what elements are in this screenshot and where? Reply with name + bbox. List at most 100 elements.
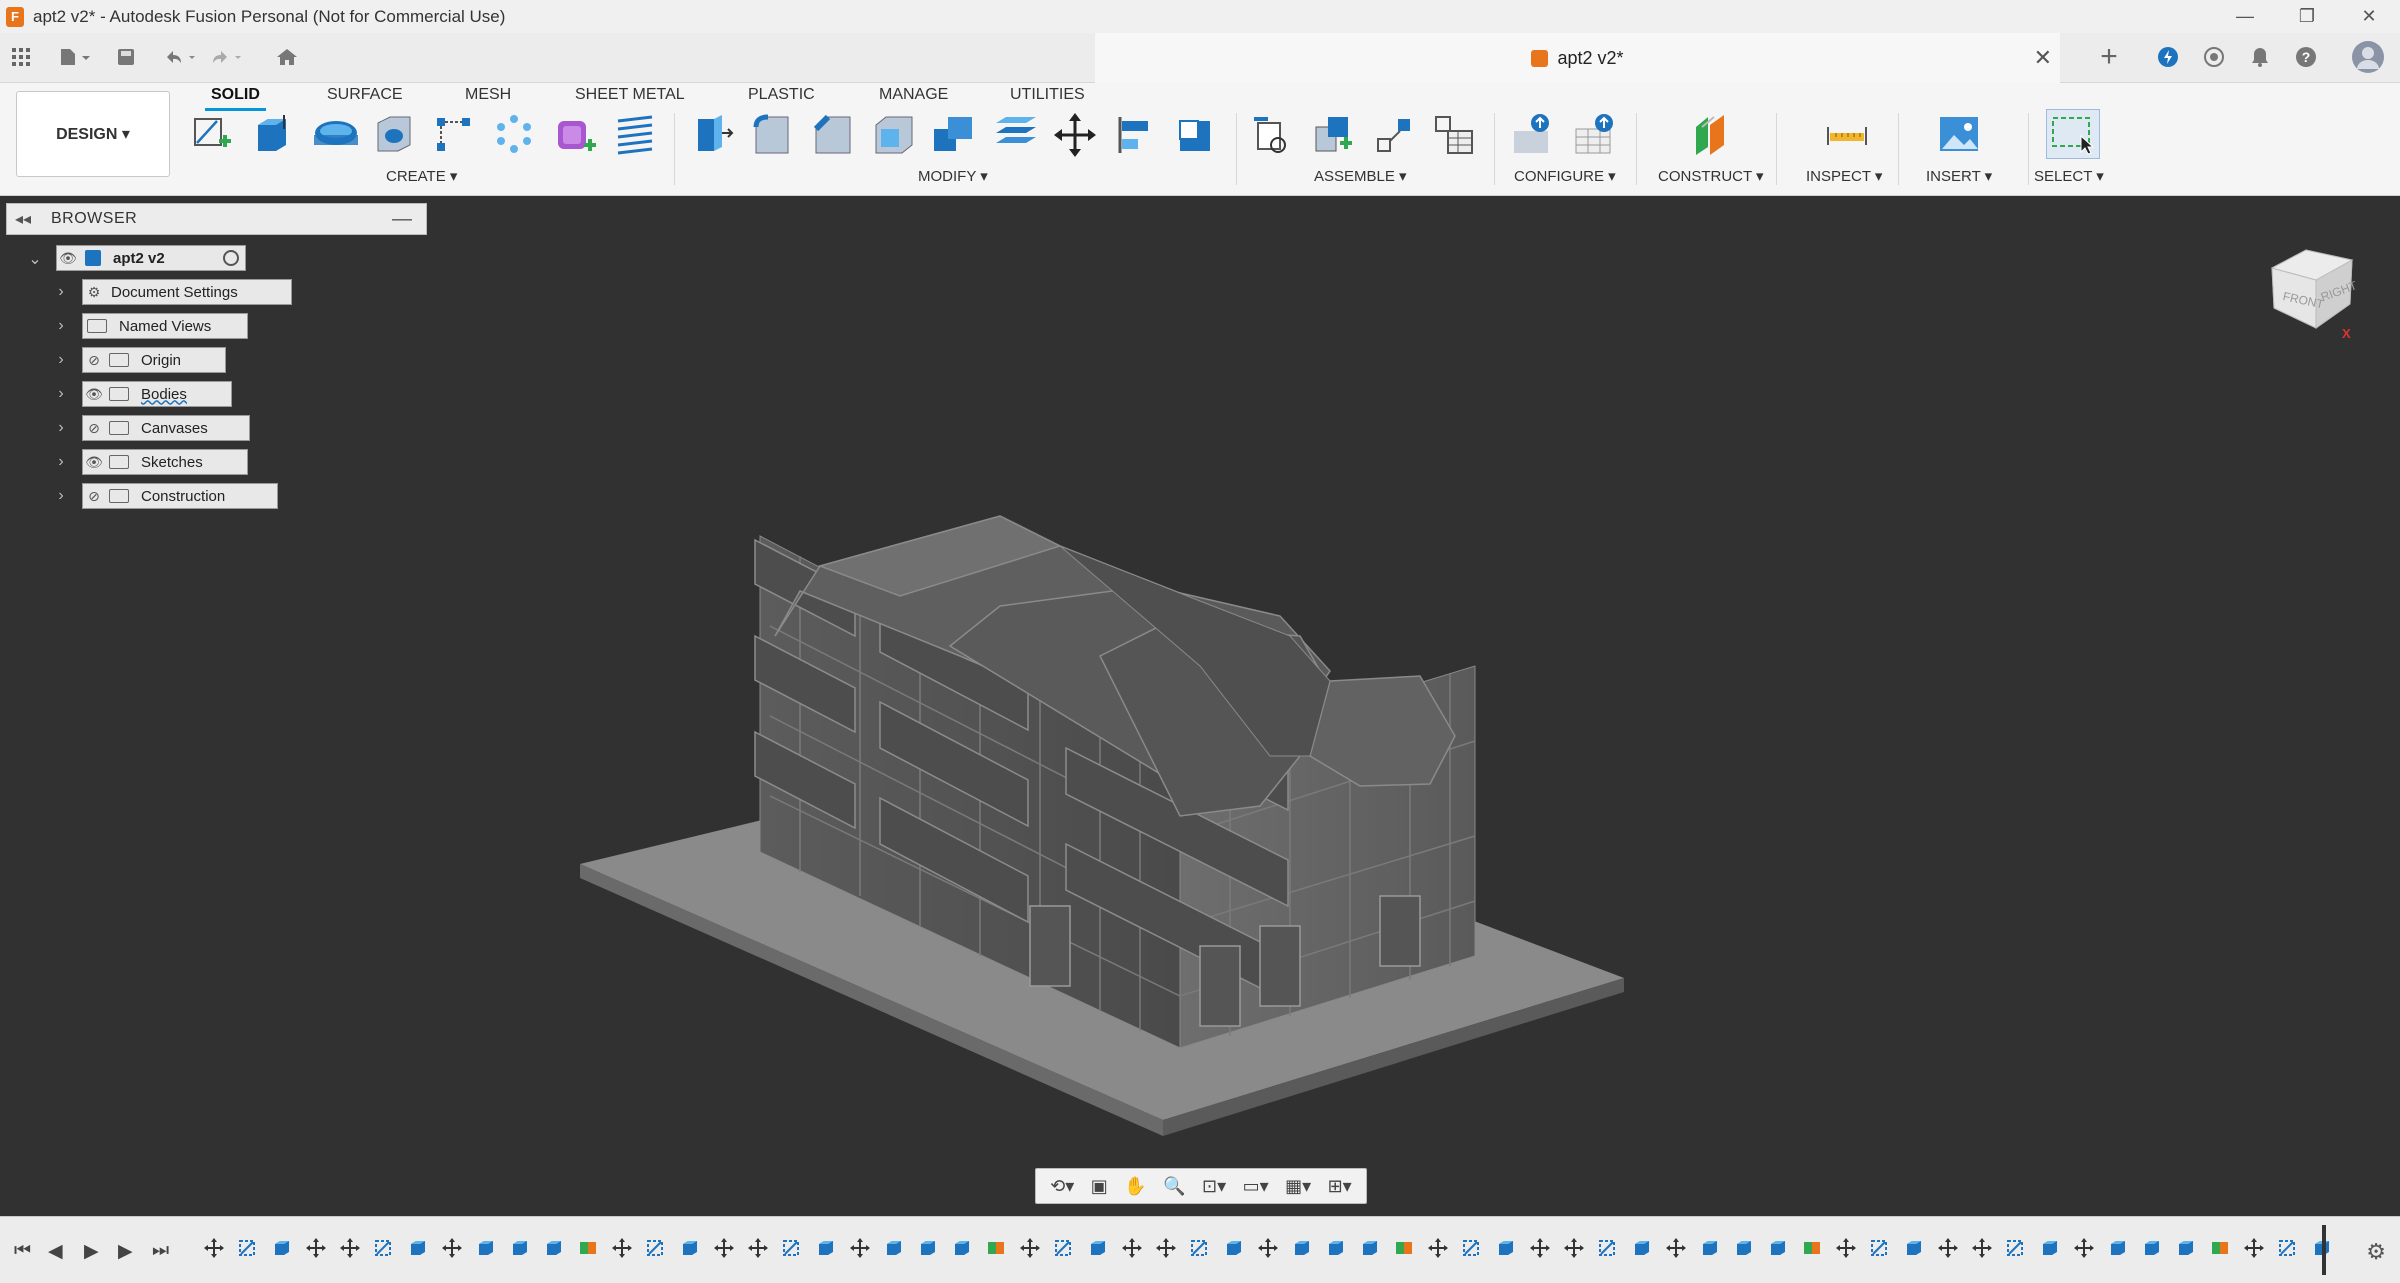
timeline-step-sketch-icon[interactable] <box>778 1235 806 1261</box>
timeline-step-split-icon[interactable] <box>1390 1235 1418 1261</box>
timeline-step-move-icon[interactable] <box>302 1235 330 1261</box>
timeline-step-move-icon[interactable] <box>1832 1235 1860 1261</box>
create-form-icon[interactable] <box>554 113 596 157</box>
combine-icon[interactable] <box>932 113 974 157</box>
align-icon[interactable] <box>1116 113 1158 157</box>
timeline-step-extrude-icon[interactable] <box>812 1235 840 1261</box>
timeline-step-extrude-icon[interactable] <box>1628 1235 1656 1261</box>
fit-icon[interactable]: ⊡▾ <box>1202 1176 1226 1197</box>
timeline-step-move-icon[interactable] <box>2240 1235 2268 1261</box>
timeline-step-extrude-icon[interactable] <box>1900 1235 1928 1261</box>
viewports-icon[interactable]: ⊞▾ <box>1328 1176 1352 1197</box>
assemble-menu[interactable]: ASSEMBLE ▾ <box>1314 167 1407 185</box>
eye-hidden-icon[interactable]: ⊘ <box>83 352 105 369</box>
timeline-step-sketch-icon[interactable] <box>1594 1235 1622 1261</box>
timeline-last-button[interactable]: ⏭ <box>152 1240 169 1262</box>
timeline-step-move-icon[interactable] <box>744 1235 772 1261</box>
orbit-icon[interactable]: ⟲▾ <box>1050 1176 1074 1197</box>
tree-node-origin[interactable]: ⊘ Origin <box>82 347 226 373</box>
timeline-step-move-icon[interactable] <box>1118 1235 1146 1261</box>
minimize-browser-button[interactable]: — <box>392 208 412 231</box>
chamfer-icon[interactable] <box>812 113 854 157</box>
timeline-step-extrude-icon[interactable] <box>1084 1235 1112 1261</box>
rigid-group-icon[interactable] <box>1434 113 1476 157</box>
tree-node-named-views[interactable]: Named Views <box>82 313 248 339</box>
display-settings-icon[interactable]: ▭▾ <box>1243 1176 1269 1197</box>
chevron-down-icon[interactable]: ⌄ <box>28 249 42 269</box>
chevron-right-icon[interactable]: › <box>54 385 68 403</box>
eye-hidden-icon[interactable]: ⊘ <box>83 420 105 437</box>
physical-material-icon[interactable] <box>1176 113 1218 157</box>
timeline-step-move-icon[interactable] <box>1424 1235 1452 1261</box>
offset-plane-icon[interactable] <box>1692 113 1734 157</box>
help-icon[interactable]: ? <box>2292 43 2320 71</box>
timeline-step-sketch-icon[interactable] <box>234 1235 262 1261</box>
tab-sheet-metal[interactable]: SHEET METAL <box>575 81 685 109</box>
close-window-button[interactable]: ✕ <box>2338 0 2400 33</box>
timeline-step-extrude-icon[interactable] <box>2172 1235 2200 1261</box>
timeline-step-extrude-icon[interactable] <box>506 1235 534 1261</box>
timeline-step-split-icon[interactable] <box>982 1235 1010 1261</box>
view-cube[interactable]: FRONT RIGHT Z X <box>2262 230 2359 341</box>
timeline-step-extrude-icon[interactable] <box>1730 1235 1758 1261</box>
pattern-circular-icon[interactable] <box>494 113 536 157</box>
timeline-step-extrude-icon[interactable] <box>914 1235 942 1261</box>
timeline-step-sketch-icon[interactable] <box>1458 1235 1486 1261</box>
redo-icon[interactable] <box>206 43 246 71</box>
restore-button[interactable]: ❐ <box>2276 0 2338 33</box>
timeline-step-extrude-icon[interactable] <box>1356 1235 1384 1261</box>
tab-solid[interactable]: SOLID <box>205 81 266 111</box>
save-icon[interactable] <box>112 43 140 71</box>
timeline-prev-button[interactable]: ◀ <box>48 1240 63 1263</box>
tab-utilities[interactable]: UTILITIES <box>1010 81 1085 109</box>
timeline-step-move-icon[interactable] <box>336 1235 364 1261</box>
eye-icon[interactable]: 👁 <box>83 386 105 403</box>
apps-grid-icon[interactable] <box>8 43 34 71</box>
home-icon[interactable] <box>272 43 302 71</box>
gear-icon[interactable]: ⚙ <box>2366 1239 2386 1265</box>
inspect-menu[interactable]: INSPECT ▾ <box>1806 167 1882 185</box>
zoom-icon[interactable]: 🔍 <box>1163 1176 1185 1197</box>
shell-icon[interactable] <box>872 113 914 157</box>
notifications-icon[interactable] <box>2246 43 2274 71</box>
timeline-step-move-icon[interactable] <box>2070 1235 2098 1261</box>
tab-manage[interactable]: MANAGE <box>879 81 948 109</box>
workspace-switcher[interactable]: DESIGN ▾ <box>16 91 170 177</box>
timeline-first-button[interactable]: ⏮ <box>14 1240 31 1262</box>
timeline-step-extrude-icon[interactable] <box>2036 1235 2064 1261</box>
building-model[interactable] <box>0 196 2400 1216</box>
eye-hidden-icon[interactable]: ⊘ <box>83 488 105 505</box>
timeline-step-extrude-icon[interactable] <box>404 1235 432 1261</box>
tree-node-construction[interactable]: ⊘ Construction <box>82 483 278 509</box>
pattern-rectangular-icon[interactable] <box>434 113 476 157</box>
select-menu[interactable]: SELECT ▾ <box>2034 167 2104 185</box>
timeline-step-move-icon[interactable] <box>1526 1235 1554 1261</box>
timeline-step-move-icon[interactable] <box>1560 1235 1588 1261</box>
timeline-play-button[interactable]: ▶ <box>84 1240 99 1263</box>
configuration-table-icon[interactable] <box>1574 113 1616 157</box>
look-at-icon[interactable]: ▣ <box>1091 1176 1108 1197</box>
timeline-step-move-icon[interactable] <box>1152 1235 1180 1261</box>
tree-node-document-settings[interactable]: ⚙ Document Settings <box>82 279 292 305</box>
timeline-step-sketch-icon[interactable] <box>370 1235 398 1261</box>
timeline-step-move-icon[interactable] <box>1662 1235 1690 1261</box>
tab-mesh[interactable]: MESH <box>465 81 511 109</box>
configure-design-icon[interactable] <box>1512 113 1554 157</box>
extrude-icon[interactable] <box>252 113 294 157</box>
press-pull-icon[interactable] <box>692 113 734 157</box>
timeline-step-sketch-icon[interactable] <box>2274 1235 2302 1261</box>
create-sketch-icon[interactable] <box>191 113 233 157</box>
move-copy-icon[interactable] <box>1054 113 1096 157</box>
insert-image-icon[interactable] <box>1938 113 1980 157</box>
timeline-step-move-icon[interactable] <box>1254 1235 1282 1261</box>
measure-icon[interactable] <box>1826 113 1868 157</box>
chevron-right-icon[interactable]: › <box>54 283 68 301</box>
timeline-step-extrude-icon[interactable] <box>676 1235 704 1261</box>
chevron-right-icon[interactable]: › <box>54 351 68 369</box>
grid-icon[interactable]: ▦▾ <box>1285 1176 1311 1197</box>
timeline-step-sketch-icon[interactable] <box>642 1235 670 1261</box>
timeline-step-extrude-icon[interactable] <box>1764 1235 1792 1261</box>
construct-menu[interactable]: CONSTRUCT ▾ <box>1658 167 1764 185</box>
timeline-step-extrude-icon[interactable] <box>948 1235 976 1261</box>
chevron-right-icon[interactable]: › <box>54 419 68 437</box>
